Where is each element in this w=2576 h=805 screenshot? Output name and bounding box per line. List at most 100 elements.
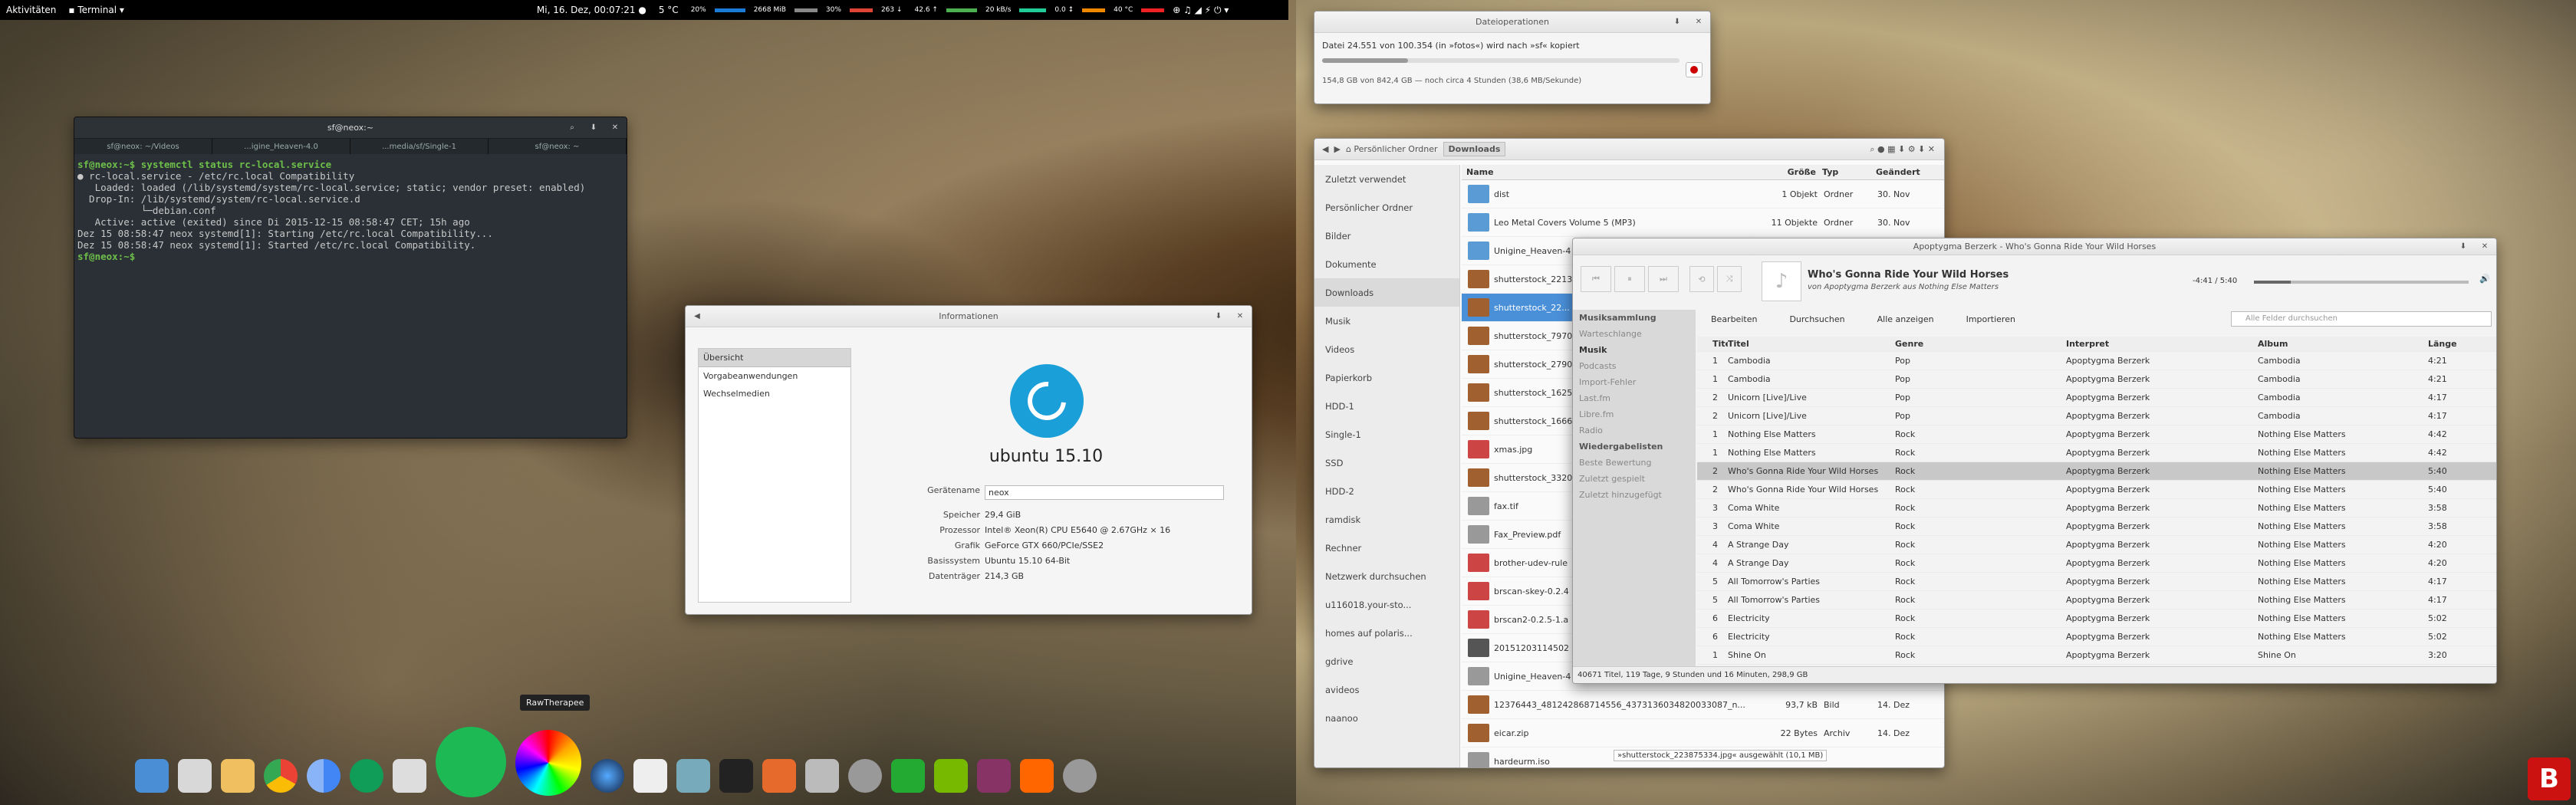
menu-browse[interactable]: Durchsuchen: [1789, 314, 1844, 324]
stellarium-icon[interactable]: [591, 759, 624, 793]
track-row[interactable]: 2 Unicorn [Live]/Live Pop Apoptygma Berzerk…: [1697, 407, 2496, 426]
close-icon[interactable]: ✕: [610, 123, 620, 133]
music-sidebar-item[interactable]: Zuletzt hinzugefügt: [1573, 487, 1696, 503]
file-row[interactable]: Leo Metal Covers Volume 5 (MP3) 11 Objekt…: [1462, 209, 1944, 237]
track-row[interactable]: 5 All Tomorrow's Parties Rock Apoptygma Ber…: [1697, 591, 2496, 610]
music-sidebar-item[interactable]: Podcasts: [1573, 358, 1696, 374]
breadcrumb-downloads[interactable]: Downloads: [1443, 142, 1506, 156]
app-menu[interactable]: ▪ Terminal ▾: [68, 5, 124, 15]
text-editor-icon[interactable]: [633, 759, 667, 793]
music-sidebar-item[interactable]: Zuletzt gespielt: [1573, 471, 1696, 487]
col-date[interactable]: Geändert: [1876, 167, 1937, 177]
monitor-icon[interactable]: [891, 759, 925, 793]
file-row[interactable]: eicar.zip 22 Bytes Archiv 14. Dez: [1462, 719, 1944, 748]
music-sidebar-item[interactable]: Radio: [1573, 422, 1696, 439]
track-row[interactable]: 1 Shine On Rock Apoptygma Berzerk Shine On 3:…: [1697, 646, 2496, 665]
track-row[interactable]: 1 Nothing Else Matters Rock Apoptygma Berze…: [1697, 444, 2496, 462]
col-title[interactable]: Titel: [1728, 339, 1895, 349]
device-name-input[interactable]: neox: [985, 485, 1224, 500]
pin-icon[interactable]: ⬇: [2458, 242, 2469, 252]
clock[interactable]: Mi, 16. Dez, 00:07:21 ●: [537, 5, 646, 15]
close-icon[interactable]: ✕: [1235, 311, 1245, 322]
music-sidebar-item[interactable]: Last.fm: [1573, 390, 1696, 406]
sidebar-item[interactable]: Netzwerk durchsuchen: [1314, 562, 1459, 590]
chromium-icon[interactable]: [307, 759, 341, 793]
col-size[interactable]: Größe: [1761, 167, 1822, 177]
repeat-icon[interactable]: ⟲: [1689, 266, 1714, 292]
sidebar-item[interactable]: Single-1: [1314, 420, 1459, 449]
music-sidebar-item[interactable]: Import-Fehler: [1573, 374, 1696, 390]
files-icon[interactable]: [178, 759, 212, 793]
track-row[interactable]: 2 Who's Gonna Ride Your Wild Horses Rock Ap…: [1697, 481, 2496, 499]
nvidia-icon[interactable]: [934, 759, 968, 793]
search-input[interactable]: Alle Felder durchsuchen: [2231, 311, 2492, 327]
toolbar-icons[interactable]: ⌕ ● ▦ ⬇ ⚙ ⬇ ✕: [1870, 144, 1935, 155]
track-row[interactable]: 6 Electricity Rock Apoptygma Berzerk Nothing…: [1697, 628, 2496, 646]
chrome-icon[interactable]: [264, 759, 298, 793]
sidebar-item[interactable]: naanoo: [1314, 704, 1459, 732]
col-genre[interactable]: Genre: [1895, 339, 2066, 349]
track-row[interactable]: 4 A Strange Day Rock Apoptygma Berzerk Nothi…: [1697, 554, 2496, 573]
track-row[interactable]: 5 All Tomorrow's Parties Rock Apoptygma Ber…: [1697, 573, 2496, 591]
gear-icon[interactable]: [1063, 759, 1097, 793]
menu-icon[interactable]: ⬇: [588, 123, 599, 133]
hangouts-icon[interactable]: [350, 759, 383, 793]
col-type[interactable]: Typ: [1822, 167, 1876, 177]
rawtherapee-icon[interactable]: [515, 730, 581, 796]
track-row[interactable]: 1 Cambodia Pop Apoptygma Berzerk Cambodia 4:2…: [1697, 352, 2496, 370]
tab-heaven[interactable]: ...igine_Heaven-4.0: [212, 139, 350, 154]
activities-button[interactable]: Aktivitäten: [6, 5, 56, 15]
track-row[interactable]: 1 Cambodia Pop Apoptygma Berzerk Cambodia 4:2…: [1697, 370, 2496, 389]
file-row[interactable]: dist 1 Objekt Ordner 30. Nov: [1462, 180, 1944, 209]
pin-icon[interactable]: ⬇: [1213, 311, 1224, 322]
mixer-icon[interactable]: [805, 759, 839, 793]
file-row[interactable]: 12376443_481242868714556_437313603482003…: [1462, 691, 1944, 719]
menu-import[interactable]: Importieren: [1966, 314, 2015, 324]
network-icon[interactable]: [676, 759, 710, 793]
sidebar-item[interactable]: Bilder: [1314, 222, 1459, 250]
system-menu[interactable]: ⊕ ♫ ◢ ⚡ ⏻ ▾: [1173, 5, 1229, 16]
sidebar-item[interactable]: avideos: [1314, 675, 1459, 704]
sidebar-item[interactable]: HDD-1: [1314, 392, 1459, 420]
menu-show-all[interactable]: Alle anzeigen: [1877, 314, 1934, 324]
app-b-icon[interactable]: B: [2528, 757, 2571, 800]
col-track[interactable]: Titel: [1697, 339, 1728, 349]
pin-icon[interactable]: ⬇: [1672, 17, 1683, 28]
tab-videos[interactable]: sf@neox: ~/Videos: [74, 139, 212, 154]
spotify-icon[interactable]: [436, 727, 506, 797]
next-icon[interactable]: ⏭: [1648, 266, 1679, 292]
track-row[interactable]: 2 Unicorn [Live]/Live Pop Apoptygma Berzerk…: [1697, 389, 2496, 407]
sidebar-item-default-apps[interactable]: Vorgabeanwendungen: [699, 367, 850, 385]
back-icon[interactable]: ◀: [1322, 144, 1328, 154]
settings-icon[interactable]: [848, 759, 882, 793]
watch-icon[interactable]: [393, 759, 426, 793]
pause-icon[interactable]: ⏸: [1614, 266, 1645, 292]
shuffle-icon[interactable]: ⤨: [1717, 266, 1742, 292]
col-length[interactable]: Länge: [2428, 339, 2474, 349]
col-artist[interactable]: Interpret: [2066, 339, 2258, 349]
search-icon[interactable]: ⌕: [567, 123, 577, 133]
breadcrumb-home[interactable]: Persönlicher Ordner: [1354, 144, 1437, 154]
weather[interactable]: 5 °C: [659, 5, 679, 15]
track-row[interactable]: 6 Electricity Rock Apoptygma Berzerk Nothing…: [1697, 610, 2496, 628]
sidebar-item[interactable]: ramdisk: [1314, 505, 1459, 534]
track-row[interactable]: 2 Who's Gonna Ride Your Wild Horses Rock Ap…: [1697, 462, 2496, 481]
track-row[interactable]: 4 A Strange Day Rock Apoptygma Berzerk Nothi…: [1697, 536, 2496, 554]
track-row[interactable]: 1 Nothing Else Matters Rock Apoptygma Berze…: [1697, 426, 2496, 444]
sidebar-item[interactable]: Rechner: [1314, 534, 1459, 562]
back-icon[interactable]: ◀: [692, 311, 702, 322]
sidebar-item[interactable]: gdrive: [1314, 647, 1459, 675]
tab-home[interactable]: sf@neox: ~: [489, 139, 627, 154]
sidebar-item[interactable]: u116018.your-sto...: [1314, 590, 1459, 619]
sidebar-item[interactable]: Persönlicher Ordner: [1314, 193, 1459, 222]
volume-icon[interactable]: 🔊: [2479, 274, 2490, 284]
mail-icon[interactable]: [221, 759, 255, 793]
sidebar-item[interactable]: Dokumente: [1314, 250, 1459, 278]
music-sidebar-item[interactable]: Warteschlange: [1573, 326, 1696, 342]
sidebar-item-removable[interactable]: Wechselmedien: [699, 385, 850, 402]
track-row[interactable]: 3 Coma White Rock Apoptygma Berzerk Nothing …: [1697, 499, 2496, 518]
sidebar-item[interactable]: Downloads: [1314, 278, 1459, 307]
sync-icon[interactable]: [1020, 759, 1054, 793]
sidebar-item[interactable]: SSD: [1314, 449, 1459, 477]
music-sidebar-item[interactable]: Libre.fm: [1573, 406, 1696, 422]
